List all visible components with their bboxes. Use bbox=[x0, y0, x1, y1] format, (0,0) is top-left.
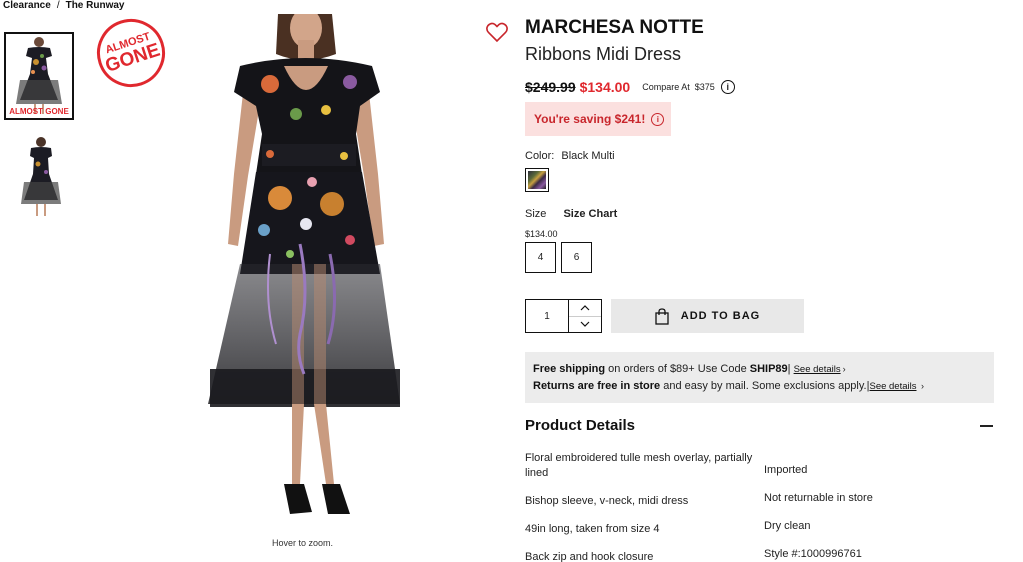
color-value: Black Multi bbox=[561, 150, 615, 162]
saving-banner: You're saving $241! i bbox=[525, 102, 671, 136]
thumbnail-1[interactable]: ALMOST GONE bbox=[4, 32, 74, 120]
saving-info-icon[interactable]: i bbox=[651, 112, 665, 126]
thumbnail-2[interactable] bbox=[4, 132, 74, 222]
breadcrumb-separator: / bbox=[56, 0, 60, 11]
dress-back-thumbnail-image bbox=[4, 132, 74, 222]
quantity-value[interactable]: 1 bbox=[526, 300, 569, 332]
chevron-right-icon: › bbox=[918, 381, 924, 391]
detail-right-4: Style #:1000996761 bbox=[764, 548, 862, 560]
brand-name[interactable]: MARCHESA NOTTE bbox=[525, 17, 704, 39]
size-label: Size bbox=[525, 208, 547, 220]
detail-left-1: Floral embroidered tulle mesh overlay, p… bbox=[525, 452, 753, 479]
breadcrumb-the-runway[interactable]: The Runway bbox=[66, 0, 125, 11]
breadcrumb: Clearance / The Runway bbox=[3, 0, 125, 11]
saving-text: You're saving $241! bbox=[534, 112, 646, 126]
size-row: Size Size Chart bbox=[525, 208, 617, 220]
quantity-increase-button[interactable] bbox=[569, 300, 601, 317]
size-option-6[interactable]: 6 bbox=[561, 242, 592, 273]
detail-right-1: Imported bbox=[764, 464, 808, 476]
detail-left-2: Bishop sleeve, v-neck, midi dress bbox=[525, 495, 689, 507]
minus-icon[interactable] bbox=[980, 425, 993, 427]
quantity-stepper[interactable]: 1 bbox=[525, 299, 602, 333]
add-to-bag-label: ADD TO BAG bbox=[680, 310, 761, 322]
product-details-heading[interactable]: Product Details bbox=[525, 417, 635, 434]
hover-to-zoom-hint: Hover to zoom. bbox=[272, 538, 334, 548]
color-label: Color: bbox=[525, 150, 555, 162]
quantity-decrease-button[interactable] bbox=[569, 317, 601, 333]
free-shipping-text: on orders of $89+ Use Code bbox=[605, 363, 750, 375]
size-price: $134.00 bbox=[525, 229, 558, 239]
original-price: $249.99 bbox=[525, 79, 576, 95]
returns-bold: Returns are free in store bbox=[533, 380, 661, 392]
quantity-arrows bbox=[569, 300, 601, 332]
dress-thumbnail-image bbox=[6, 34, 72, 118]
heart-icon[interactable] bbox=[485, 20, 509, 44]
sale-price: $134.00 bbox=[579, 79, 631, 95]
see-details-link-returns[interactable]: See details bbox=[869, 381, 916, 392]
compare-at-label: Compare At bbox=[642, 82, 690, 92]
color-swatch-black-multi[interactable] bbox=[525, 168, 549, 192]
returns-line: Returns are free in store and easy by ma… bbox=[533, 378, 986, 395]
detail-left-4: Back zip and hook closure bbox=[525, 551, 654, 562]
shopping-bag-icon bbox=[655, 307, 669, 325]
size-chart-link[interactable]: Size Chart bbox=[563, 208, 617, 220]
product-name: Ribbons Midi Dress bbox=[525, 44, 682, 64]
chevron-down-icon bbox=[580, 321, 590, 328]
chevron-up-icon bbox=[580, 304, 590, 311]
size-option-4[interactable]: 4 bbox=[525, 242, 556, 273]
free-shipping-bold: Free shipping bbox=[533, 363, 606, 375]
detail-right-3: Dry clean bbox=[764, 520, 811, 532]
shipping-info-box: Free shipping on orders of $89+ Use Code… bbox=[525, 352, 994, 403]
breadcrumb-clearance[interactable]: Clearance bbox=[3, 0, 51, 11]
color-row: Color: Black Multi bbox=[525, 150, 615, 162]
see-details-link-shipping[interactable]: See details bbox=[794, 364, 841, 375]
shipping-code: SHIP89 bbox=[749, 363, 788, 375]
detail-left-3: 49in long, taken from size 4 bbox=[525, 523, 660, 535]
add-to-bag-button[interactable]: ADD TO BAG bbox=[611, 299, 804, 333]
separator: | bbox=[787, 363, 791, 375]
returns-text: and easy by mail. Some exclusions apply. bbox=[660, 380, 867, 392]
free-shipping-line: Free shipping on orders of $89+ Use Code… bbox=[533, 361, 986, 378]
almost-gone-badge: ALMOST GONE bbox=[88, 10, 174, 96]
swatch-image bbox=[528, 171, 546, 189]
main-product-image[interactable] bbox=[200, 14, 410, 522]
info-icon[interactable]: i bbox=[720, 80, 735, 94]
thumbnail-almost-gone-label: ALMOST GONE bbox=[9, 107, 69, 116]
detail-right-2: Not returnable in store bbox=[764, 492, 873, 504]
compare-at-value: $375 bbox=[694, 82, 715, 92]
chevron-right-icon: › bbox=[842, 364, 846, 374]
price-row: $249.99 $134.00 Compare At $375 i bbox=[525, 79, 735, 95]
